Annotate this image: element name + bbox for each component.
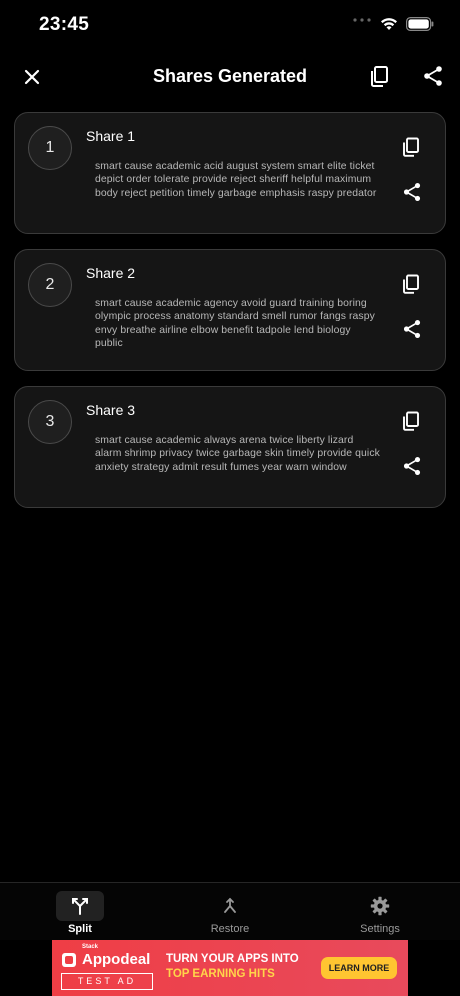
gear-icon [356, 891, 404, 921]
share-title: Share 2 [86, 265, 136, 281]
tab-label: Restore [210, 923, 250, 935]
share-card: 2 Share 2 smart cause academic agency av… [14, 249, 446, 371]
status-time: 23:45 [39, 14, 90, 35]
tab-settings[interactable]: Settings [340, 889, 420, 941]
share-icon[interactable] [401, 455, 423, 477]
share-list: 1 Share 1 smart cause academic acid augu… [14, 112, 446, 523]
share-number-badge: 1 [28, 126, 72, 170]
tab-restore[interactable]: Restore [190, 889, 270, 941]
ad-headline-2: TOP EARNING HITS [166, 968, 275, 980]
tab-split[interactable]: Split [40, 889, 120, 941]
ad-headline-1: TURN YOUR APPS INTO [166, 953, 299, 965]
tab-bar: Split Restore Settings [0, 882, 460, 940]
wifi-icon [380, 17, 398, 36]
share-number-badge: 3 [28, 400, 72, 444]
ad-learn-more-button[interactable]: LEARN MORE [321, 957, 397, 979]
share-card: 1 Share 1 smart cause academic acid augu… [14, 112, 446, 234]
merge-icon [206, 891, 254, 921]
status-icons [352, 16, 434, 36]
tab-label: Settings [360, 923, 400, 935]
copy-all-icon[interactable] [367, 63, 393, 89]
share-icon[interactable] [401, 181, 423, 203]
copy-icon[interactable] [400, 410, 422, 432]
share-icon[interactable] [401, 318, 423, 340]
split-icon [56, 891, 104, 921]
copy-icon[interactable] [400, 273, 422, 295]
share-title: Share 1 [86, 128, 136, 144]
ad-test-badge: TEST AD [61, 973, 153, 990]
appodeal-logo-icon [62, 953, 76, 967]
battery-icon [406, 16, 434, 36]
ad-brand: Appodeal [82, 951, 151, 968]
ad-brand-small: Stack [82, 944, 99, 950]
share-card: 3 Share 3 smart cause academic always ar… [14, 386, 446, 508]
share-words: smart cause academic acid august system … [95, 161, 377, 199]
ad-banner[interactable]: Stack Appodeal TEST AD TURN YOUR APPS IN… [52, 940, 408, 996]
status-bar: 23:45 [0, 0, 460, 50]
share-words: smart cause academic agency avoid guard … [95, 298, 375, 350]
nav-bar: Shares Generated [0, 55, 460, 99]
dynamic-dots-icon [352, 16, 372, 36]
share-number-badge: 2 [28, 263, 72, 307]
share-all-icon[interactable] [421, 64, 445, 88]
tab-label: Split [68, 923, 92, 935]
share-words: smart cause academic always arena twice … [95, 435, 380, 473]
share-title: Share 3 [86, 402, 136, 418]
copy-icon[interactable] [400, 136, 422, 158]
